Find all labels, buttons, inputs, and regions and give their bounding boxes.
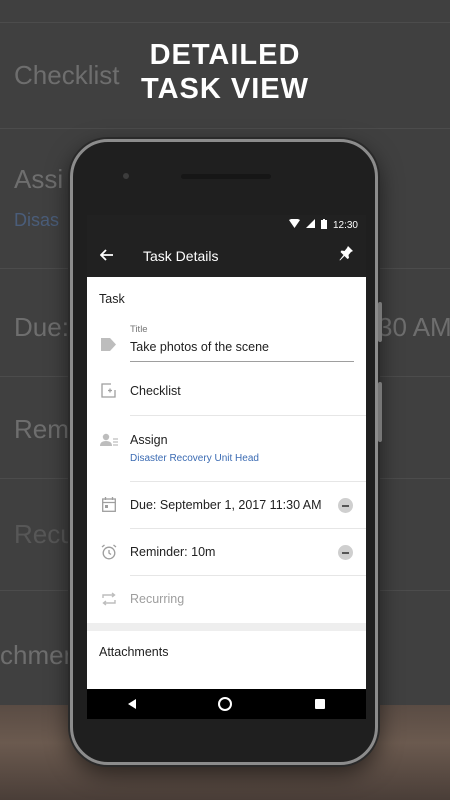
phone-frame: 12:30 Task Details Task Title Take photo… [70, 139, 382, 765]
bg-assign: Assi [14, 164, 64, 194]
assign-label: Assign [130, 433, 168, 447]
screen: 12:30 Task Details Task Title Take photo… [87, 215, 366, 689]
headline-line1: DETAILED [149, 39, 301, 71]
pin-icon [339, 246, 353, 265]
bg-attachments: chmen [0, 640, 79, 670]
remove-reminder-button[interactable] [338, 545, 353, 560]
headline: DETAILED TASK VIEW [0, 38, 450, 106]
section-task-label: Task [99, 292, 125, 306]
alarm-icon [87, 529, 130, 576]
bg-divider [0, 128, 450, 129]
section-divider [87, 623, 366, 631]
calendar-icon [87, 482, 130, 529]
volume-button [378, 302, 382, 342]
app-bar: Task Details [87, 235, 366, 277]
status-bar: 12:30 [87, 215, 366, 235]
checklist-add-icon [87, 369, 130, 416]
headline-line2: TASK VIEW [141, 73, 309, 105]
nav-bar [87, 689, 366, 719]
due-body: Due: September 1, 2017 11:30 AM [130, 482, 366, 529]
assign-value[interactable]: Disaster Recovery Unit Head [130, 453, 366, 464]
bg-assign-sub: Disas [14, 210, 60, 230]
assign-row[interactable]: Assign Disaster Recovery Unit Head [87, 416, 366, 482]
arrow-left-icon [99, 246, 114, 265]
checklist-label: Checklist [130, 384, 181, 398]
tag-icon [87, 320, 130, 369]
task-form: Task Title Take photos of the scene Chec… [87, 277, 366, 673]
battery-icon [320, 218, 327, 232]
reminder-label: Reminder: 10m [130, 545, 216, 559]
title-input[interactable]: Take photos of the scene [130, 340, 354, 362]
recurring-row[interactable]: Recurring [87, 576, 366, 623]
pin-button[interactable] [326, 246, 366, 266]
nav-home-icon[interactable] [218, 697, 233, 711]
bg-due: Due: [14, 312, 69, 342]
bg-recurring: Recu [14, 519, 75, 549]
reminder-row[interactable]: Reminder: 10m [87, 529, 366, 576]
nav-recents-icon[interactable] [314, 699, 325, 709]
bg-reminder: Rem [14, 414, 69, 444]
page-title: Task Details [143, 248, 219, 264]
remove-due-button[interactable] [338, 498, 353, 513]
assign-body: Assign Disaster Recovery Unit Head [130, 416, 366, 482]
checklist-row[interactable]: Checklist [87, 369, 366, 416]
person-icon [87, 416, 130, 482]
due-label: Due: September 1, 2017 11:30 AM [130, 498, 322, 512]
nav-back-icon[interactable] [128, 699, 137, 709]
title-field: Title Take photos of the scene [130, 320, 366, 369]
recurring-label: Recurring [130, 592, 185, 606]
attachments-label: Attachments [99, 645, 169, 659]
title-label: Title [130, 324, 148, 335]
status-time: 12:30 [332, 219, 358, 231]
signal-icon [305, 219, 315, 231]
reminder-body: Reminder: 10m [130, 529, 366, 576]
title-row: Title Take photos of the scene [87, 320, 366, 369]
repeat-icon [87, 576, 130, 623]
back-button[interactable] [87, 246, 127, 266]
due-row[interactable]: Due: September 1, 2017 11:30 AM [87, 482, 366, 529]
recurring-body: Recurring [130, 576, 366, 623]
bg-divider [0, 22, 450, 23]
checklist-body: Checklist [130, 369, 366, 416]
bg-due-right: 30 AM [378, 312, 450, 342]
power-button [378, 382, 382, 442]
camera [123, 173, 129, 179]
speaker [181, 174, 271, 179]
wifi-icon [288, 218, 300, 231]
